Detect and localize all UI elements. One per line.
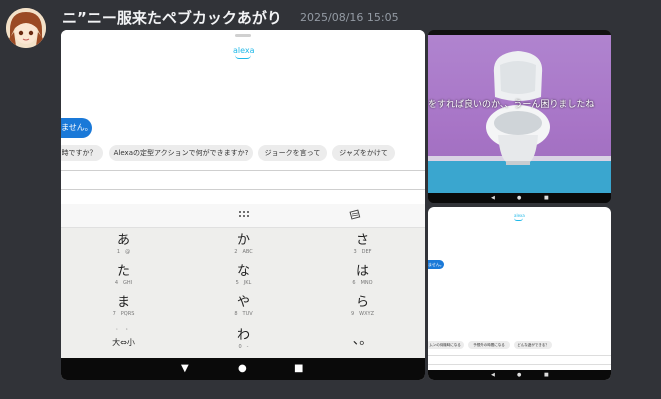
- attachment-image-small[interactable]: alexa ません。 ムンの待機時になる 予想外の時間になる どんな遊ができる？…: [428, 207, 611, 380]
- alexa-logo: alexa: [233, 46, 255, 55]
- home-icon: ●: [238, 363, 247, 374]
- keyboard-toolbar: [61, 204, 425, 228]
- home-icon: ●: [517, 372, 522, 378]
- chat-bubble: ません。: [61, 118, 92, 138]
- chat-bubble: ません。: [428, 260, 444, 269]
- suggestion-chip: どんな遊ができる？: [514, 341, 552, 349]
- keyboard-key: は6 MNO: [352, 264, 373, 287]
- drag-handle: [235, 34, 251, 37]
- recents-icon: ■: [544, 195, 549, 201]
- grid-icon: [238, 210, 250, 219]
- suggestion-chip: 時ですか？: [61, 145, 103, 161]
- recents-icon: ■: [544, 372, 549, 378]
- toilet-photo: をすれば良いのか、、うーん困りましたね: [428, 35, 611, 193]
- keyboard-key: ら9 WXYZ: [350, 295, 375, 318]
- suggestion-chip: ジャズをかけて: [332, 145, 395, 161]
- text-input-area: [428, 355, 611, 365]
- alexa-smile-icon: [235, 55, 251, 59]
- keyboard-key: か2 ABC: [234, 233, 253, 256]
- username[interactable]: ニ”ニー服来たペブカックあがり: [62, 7, 282, 28]
- message-timestamp: 2025/08/16 15:05: [300, 11, 399, 24]
- home-icon: ●: [517, 195, 522, 201]
- keyboard-key: な5 JKL: [235, 264, 252, 287]
- back-icon: ▼: [181, 363, 189, 374]
- avatar[interactable]: [6, 8, 46, 48]
- android-nav-bar: ◀ ● ■: [428, 370, 611, 380]
- toilet-illustration: [428, 51, 611, 193]
- keyboard-key: わ0 -: [236, 328, 250, 351]
- chat-message: ニ”ニー服来たペブカックあがり 2025/08/16 15:05 alexa ま…: [0, 0, 661, 399]
- suggestion-chip: Alexaの定型アクションで何ができますか?: [109, 145, 253, 161]
- keyboard-key: ゛ ゜大⇔小: [112, 329, 135, 347]
- keyboard-key: ま7 PQRS: [112, 295, 135, 318]
- android-nav-bar: ◀ ● ■: [428, 193, 611, 203]
- flick-keyboard: あ1 @ か2 ABC さ3 DEF た4 GHI な5 JKL は6 MNO …: [61, 228, 425, 358]
- alexa-smile-icon: [514, 218, 523, 221]
- keyboard-key: た4 GHI: [114, 264, 133, 287]
- keyboard-key: 、。: [352, 333, 373, 348]
- suggestion-chip: ムンの待機時になる: [428, 341, 464, 349]
- attachment-image-main[interactable]: alexa ません。 時ですか？ Alexaの定型アクションで何ができますか? …: [61, 30, 425, 380]
- back-icon: ◀: [491, 372, 495, 378]
- caption-overlay: をすれば良いのか、、うーん困りましたね: [428, 100, 595, 110]
- avatar-image: [6, 8, 46, 48]
- keyboard-hide-icon: [349, 209, 361, 224]
- text-input-area: [61, 170, 425, 190]
- attachment-image-photo[interactable]: をすれば良いのか、、うーん困りましたね ◀ ● ■: [428, 30, 611, 203]
- keyboard-key: あ1 @: [116, 233, 131, 256]
- android-nav-bar: ▼ ● ■: [61, 358, 425, 380]
- alexa-chat-area: alexa ません。 時ですか？ Alexaの定型アクションで何ができますか? …: [61, 30, 425, 206]
- suggestion-chip: 予想外の時間になる: [468, 341, 510, 349]
- recents-icon: ■: [294, 363, 304, 374]
- keyboard-key: さ3 DEF: [353, 233, 372, 256]
- back-icon: ◀: [491, 195, 495, 201]
- suggestion-chip: ジョークを言って: [258, 145, 327, 161]
- keyboard-key: や8 TUV: [234, 295, 253, 318]
